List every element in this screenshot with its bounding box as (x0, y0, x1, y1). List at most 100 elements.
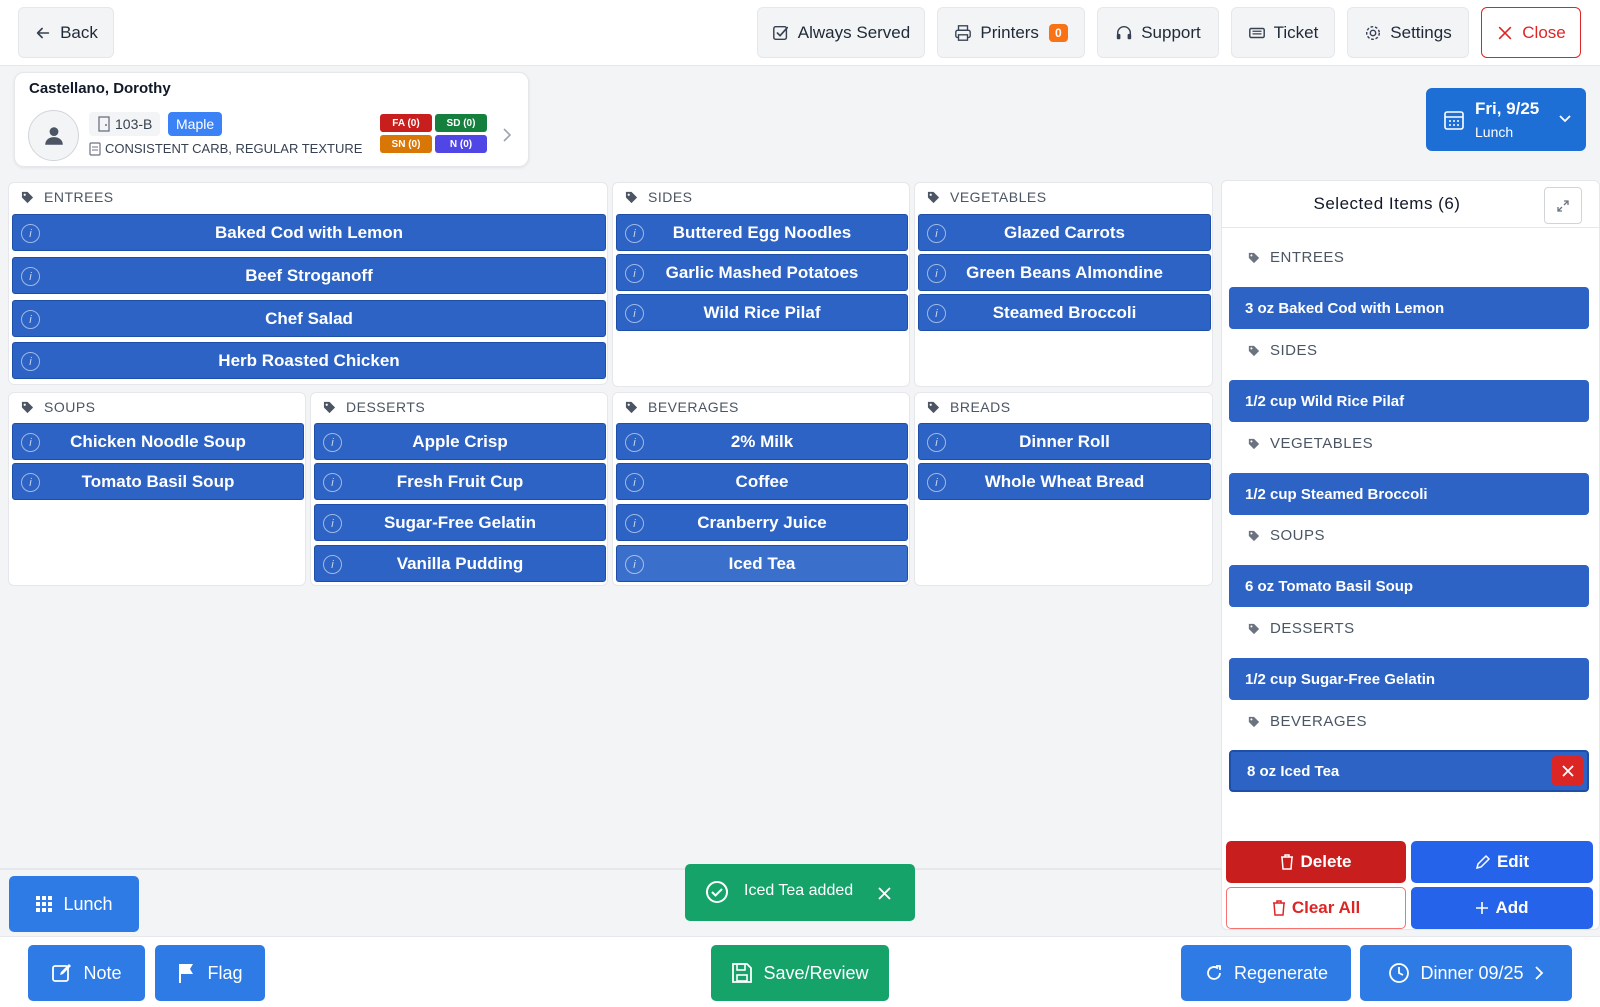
next-meal-button[interactable]: Dinner 09/25 (1360, 945, 1572, 1001)
add-button[interactable]: Add (1411, 887, 1593, 929)
selected-item[interactable]: 1/2 cup Wild Rice Pilaf (1229, 380, 1589, 422)
tag-icon (625, 191, 638, 204)
info-icon[interactable]: i (927, 224, 946, 243)
menu-item[interactable]: i Coffee (616, 463, 908, 500)
flag-button[interactable]: Flag (155, 945, 265, 1001)
expand-button[interactable] (1544, 187, 1582, 224)
info-icon[interactable]: i (625, 555, 644, 574)
info-icon[interactable]: i (21, 473, 40, 492)
selected-item-active[interactable]: 8 oz Iced Tea (1229, 750, 1589, 792)
edit-button[interactable]: Edit (1411, 841, 1593, 883)
plus-icon (1475, 901, 1489, 915)
menu-item[interactable]: i Chef Salad (12, 300, 606, 337)
document-icon (89, 141, 101, 156)
meal-button[interactable]: Lunch (9, 876, 139, 932)
menu-item-label: Vanilla Pudding (396, 553, 524, 573)
info-icon[interactable]: i (323, 514, 342, 533)
menu-item[interactable]: i Dinner Roll (918, 423, 1211, 460)
info-icon[interactable]: i (21, 433, 40, 452)
room-number: 103-B (115, 116, 153, 132)
info-icon[interactable]: i (323, 555, 342, 574)
tag-icon (1248, 623, 1260, 635)
tag-icon (1248, 345, 1260, 357)
info-icon[interactable]: i (21, 224, 40, 243)
menu-item[interactable]: i Wild Rice Pilaf (616, 294, 908, 331)
menu-item[interactable]: i 2% Milk (616, 423, 908, 460)
settings-button[interactable]: Settings (1347, 7, 1469, 58)
pencil-icon (1475, 854, 1491, 870)
date-meal-selector[interactable]: Fri, 9/25 Lunch (1426, 88, 1586, 151)
info-icon[interactable]: i (625, 514, 644, 533)
remove-item-button[interactable] (1552, 756, 1583, 786)
menu-item[interactable]: i Baked Cod with Lemon (12, 214, 606, 251)
always-served-label: Always Served (797, 22, 911, 42)
ticket-button[interactable]: Ticket (1231, 7, 1335, 58)
menu-item-selected[interactable]: i Iced Tea (616, 545, 908, 582)
menu-item-label: Garlic Mashed Potatoes (665, 262, 859, 282)
note-button[interactable]: Note (28, 945, 145, 1001)
menu-item[interactable]: i Buttered Egg Noodles (616, 214, 908, 251)
divider (0, 868, 1221, 870)
info-icon[interactable]: i (625, 224, 644, 243)
menu-item-label: Iced Tea (728, 553, 796, 573)
support-button[interactable]: Support (1097, 7, 1219, 58)
selected-items-panel: Selected Items (6) ENTREES 3 oz Baked Co… (1221, 180, 1600, 930)
always-served-button[interactable]: Always Served (757, 7, 925, 58)
menu-item[interactable]: i Cranberry Juice (616, 504, 908, 541)
selected-items-title: Selected Items (6) (1313, 194, 1461, 213)
menu-item[interactable]: i Tomato Basil Soup (12, 463, 304, 500)
resident-card[interactable]: Castellano, Dorothy 103-B Maple CONSISTE… (14, 72, 529, 167)
menu-item[interactable]: i Fresh Fruit Cup (314, 463, 606, 500)
close-label: Close (1522, 22, 1566, 42)
info-icon[interactable]: i (927, 433, 946, 452)
selected-group-header: VEGETABLES (1248, 435, 1373, 452)
regenerate-button[interactable]: Regenerate (1181, 945, 1351, 1001)
back-button[interactable]: Back (18, 7, 114, 58)
selected-group-label: SOUPS (1270, 527, 1326, 544)
info-icon[interactable]: i (21, 352, 40, 371)
category-label: DESSERTS (346, 399, 426, 415)
menu-item[interactable]: i Garlic Mashed Potatoes (616, 254, 908, 291)
menu-item[interactable]: i Beef Stroganoff (12, 257, 606, 294)
close-icon[interactable] (878, 887, 891, 900)
clear-all-button[interactable]: Clear All (1226, 887, 1406, 929)
save-review-label: Save/Review (763, 962, 869, 983)
info-icon[interactable]: i (625, 264, 644, 283)
info-icon[interactable]: i (927, 473, 946, 492)
chevron-right-icon[interactable] (502, 127, 512, 143)
tag-icon (323, 401, 336, 414)
menu-item[interactable]: i Apple Crisp (314, 423, 606, 460)
menu-item[interactable]: i Vanilla Pudding (314, 545, 606, 582)
delete-button[interactable]: Delete (1226, 841, 1406, 883)
grid-icon (35, 895, 53, 913)
tag-icon (1248, 438, 1260, 450)
info-icon[interactable]: i (927, 264, 946, 283)
save-review-button[interactable]: Save/Review (711, 945, 889, 1001)
menu-item[interactable]: i Steamed Broccoli (918, 294, 1211, 331)
category-label: SIDES (648, 189, 693, 205)
info-icon[interactable]: i (21, 310, 40, 329)
menu-item[interactable]: i Chicken Noodle Soup (12, 423, 304, 460)
info-icon[interactable]: i (323, 433, 342, 452)
close-button[interactable]: Close (1481, 7, 1581, 58)
selected-item[interactable]: 6 oz Tomato Basil Soup (1229, 565, 1589, 607)
category-header: ENTREES (21, 189, 114, 205)
menu-item[interactable]: i Green Beans Almondine (918, 254, 1211, 291)
info-icon[interactable]: i (625, 433, 644, 452)
info-icon[interactable]: i (625, 304, 644, 323)
menu-item[interactable]: i Herb Roasted Chicken (12, 342, 606, 379)
avatar (28, 110, 79, 161)
menu-item[interactable]: i Sugar-Free Gelatin (314, 504, 606, 541)
selected-item[interactable]: 3 oz Baked Cod with Lemon (1229, 287, 1589, 329)
info-icon[interactable]: i (21, 267, 40, 286)
printers-button[interactable]: Printers 0 (937, 7, 1085, 58)
info-icon[interactable]: i (625, 473, 644, 492)
menu-item[interactable]: i Glazed Carrots (918, 214, 1211, 251)
info-icon[interactable]: i (927, 304, 946, 323)
category-breads: BREADS i Dinner Roll i Whole Wheat Bread (914, 392, 1213, 586)
menu-item[interactable]: i Whole Wheat Bread (918, 463, 1211, 500)
info-icon[interactable]: i (323, 473, 342, 492)
chevron-down-icon (1558, 114, 1572, 124)
selected-item[interactable]: 1/2 cup Sugar-Free Gelatin (1229, 658, 1589, 700)
selected-item[interactable]: 1/2 cup Steamed Broccoli (1229, 473, 1589, 515)
